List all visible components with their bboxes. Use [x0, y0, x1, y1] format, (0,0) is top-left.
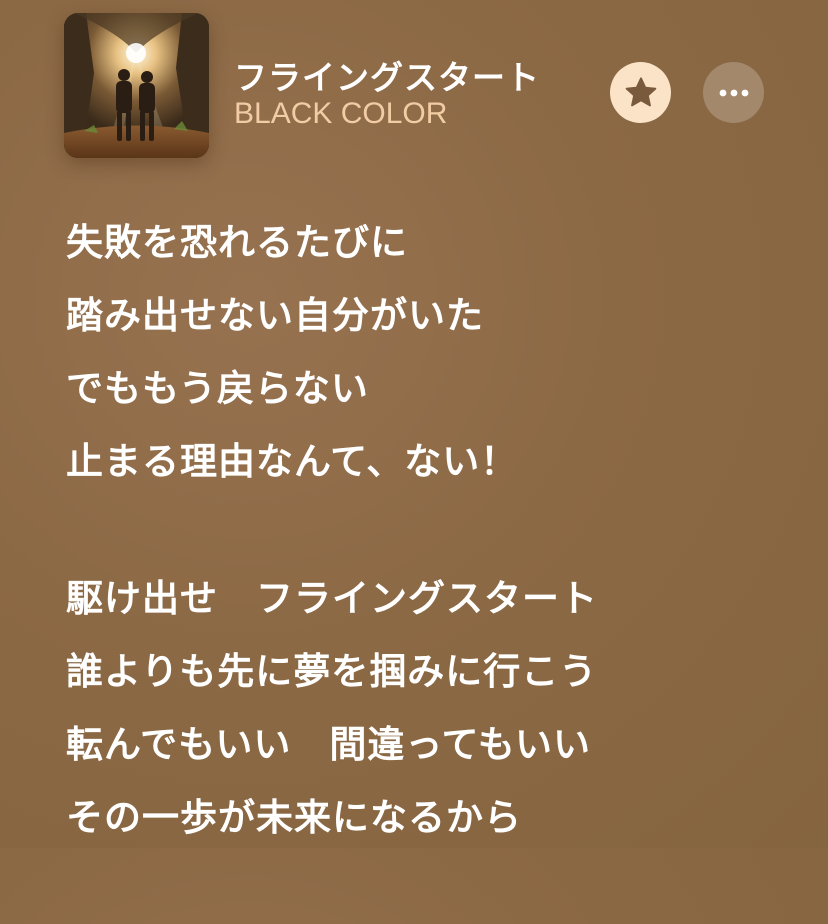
song-title: フライングスタート: [234, 58, 540, 97]
lyric-line[interactable]: 誰よりも先に夢を掴みに行こう: [66, 641, 786, 714]
artist-name[interactable]: BLACK COLOR: [234, 97, 447, 131]
lyric-line[interactable]: その一歩が未来になるから: [66, 787, 786, 860]
lyric-stanza: 駆け出せ フライングスタート 誰よりも先に夢を掴みに行こう 転んでもいい 間違っ…: [66, 568, 786, 860]
ellipsis-icon: [719, 89, 748, 96]
lyric-line[interactable]: でももう戻らない: [66, 358, 786, 431]
favorite-button[interactable]: [610, 62, 671, 123]
star-icon: [625, 76, 656, 106]
album-artwork-image: [64, 13, 209, 158]
more-options-button[interactable]: [703, 62, 764, 123]
lyric-line[interactable]: 失敗を恐れるたびに: [66, 212, 786, 285]
lyrics-view[interactable]: 失敗を恐れるたびに 踏み出せない自分がいた でももう戻らない 止まる理由なんて、…: [66, 212, 786, 924]
lyric-line[interactable]: 転んでもいい 間違ってもいい: [66, 714, 786, 787]
lyric-line[interactable]: 踏み出せない自分がいた: [66, 285, 786, 358]
lyric-line[interactable]: 駆け出せ フライングスタート: [66, 568, 786, 641]
now-playing-header: フライングスタート BLACK COLOR: [64, 13, 764, 158]
lyric-stanza: 失敗を恐れるたびに 踏み出せない自分がいた でももう戻らない 止まる理由なんて、…: [66, 212, 786, 504]
album-artwork[interactable]: [64, 13, 209, 158]
lyric-line[interactable]: 止まる理由なんて、ない！: [66, 431, 786, 504]
